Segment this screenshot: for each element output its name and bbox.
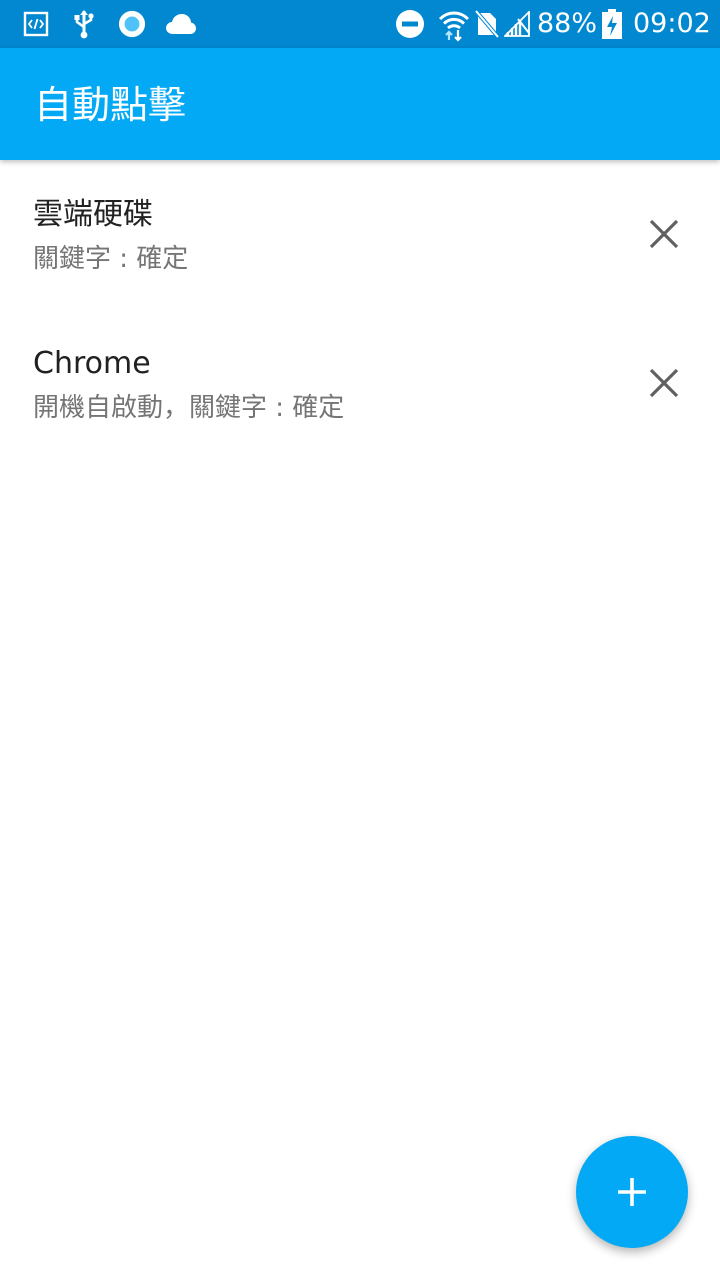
close-icon: [649, 368, 679, 398]
no-sim-icon: [474, 10, 500, 38]
remove-item-button[interactable]: [632, 202, 696, 266]
battery-percent: 88%: [537, 8, 598, 39]
list-item[interactable]: 雲端硬碟 關鍵字 : 確定: [0, 160, 720, 309]
list-item[interactable]: Chrome 開機自啟動，關鍵字 : 確定: [0, 309, 720, 458]
close-icon: [649, 219, 679, 249]
wifi-icon: [438, 8, 470, 42]
usb-icon: [70, 10, 98, 39]
item-subtitle: 開機自啟動，關鍵字 : 確定: [33, 393, 345, 423]
app-bar: 自動點擊: [0, 48, 720, 160]
status-time: 09:02: [633, 8, 711, 39]
rule-list: 雲端硬碟 關鍵字 : 確定 Chrome 開機自啟動，關鍵字 : 確定: [0, 160, 720, 458]
item-title: 雲端硬碟: [33, 197, 153, 232]
page-title: 自動點擊: [34, 83, 187, 127]
item-subtitle: 關鍵字 : 確定: [33, 244, 189, 274]
status-bar: 88% 09:02: [0, 0, 720, 48]
add-button[interactable]: [576, 1136, 688, 1248]
developer-code-icon: [22, 10, 50, 38]
signal-icon: [504, 10, 530, 38]
item-title: Chrome: [33, 346, 151, 381]
do-not-disturb-icon: [394, 8, 426, 40]
plus-icon: [618, 1178, 646, 1206]
cloud-icon: [164, 10, 198, 38]
record-dot-icon: [118, 10, 146, 38]
remove-item-button[interactable]: [632, 351, 696, 415]
battery-charging-icon: [600, 8, 624, 40]
